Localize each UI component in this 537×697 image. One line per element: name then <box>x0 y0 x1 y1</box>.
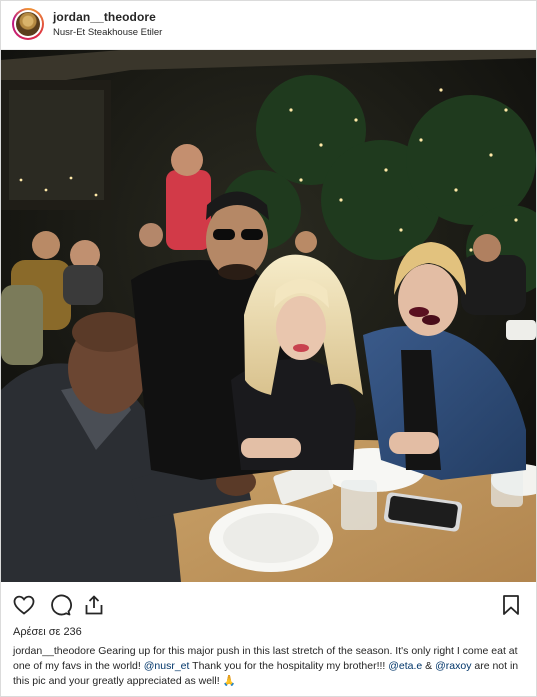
likes-count[interactable]: Αρέσει σε 236 <box>13 626 82 638</box>
post-location[interactable]: Nusr-Et Steakhouse Etiler <box>53 27 162 38</box>
bookmark-icon[interactable] <box>499 593 523 617</box>
post-caption: jordan__theodore Gearing up for this maj… <box>13 644 529 689</box>
caption-author[interactable]: jordan__theodore <box>13 645 95 657</box>
instagram-post: jordan__theodore Nusr-Et Steakhouse Etil… <box>0 0 537 697</box>
caption-text: & <box>422 660 436 672</box>
mention-link[interactable]: @nusr_et <box>144 660 190 672</box>
mention-link[interactable]: @raxoy <box>435 660 471 672</box>
post-header: jordan__theodore Nusr-Et Steakhouse Etil… <box>1 1 536 50</box>
mention-link[interactable]: @eta.e <box>388 660 422 672</box>
share-icon[interactable] <box>82 593 106 617</box>
caption-text: Thank you for the hospitality my brother… <box>189 660 389 672</box>
praying-hands-emoji: 🙏 <box>222 675 236 687</box>
comment-icon[interactable] <box>48 593 72 617</box>
avatar[interactable] <box>12 8 44 40</box>
action-bar <box>1 587 536 623</box>
heart-icon[interactable] <box>12 593 36 617</box>
post-photo[interactable] <box>1 50 536 582</box>
post-username[interactable]: jordan__theodore <box>53 10 156 24</box>
